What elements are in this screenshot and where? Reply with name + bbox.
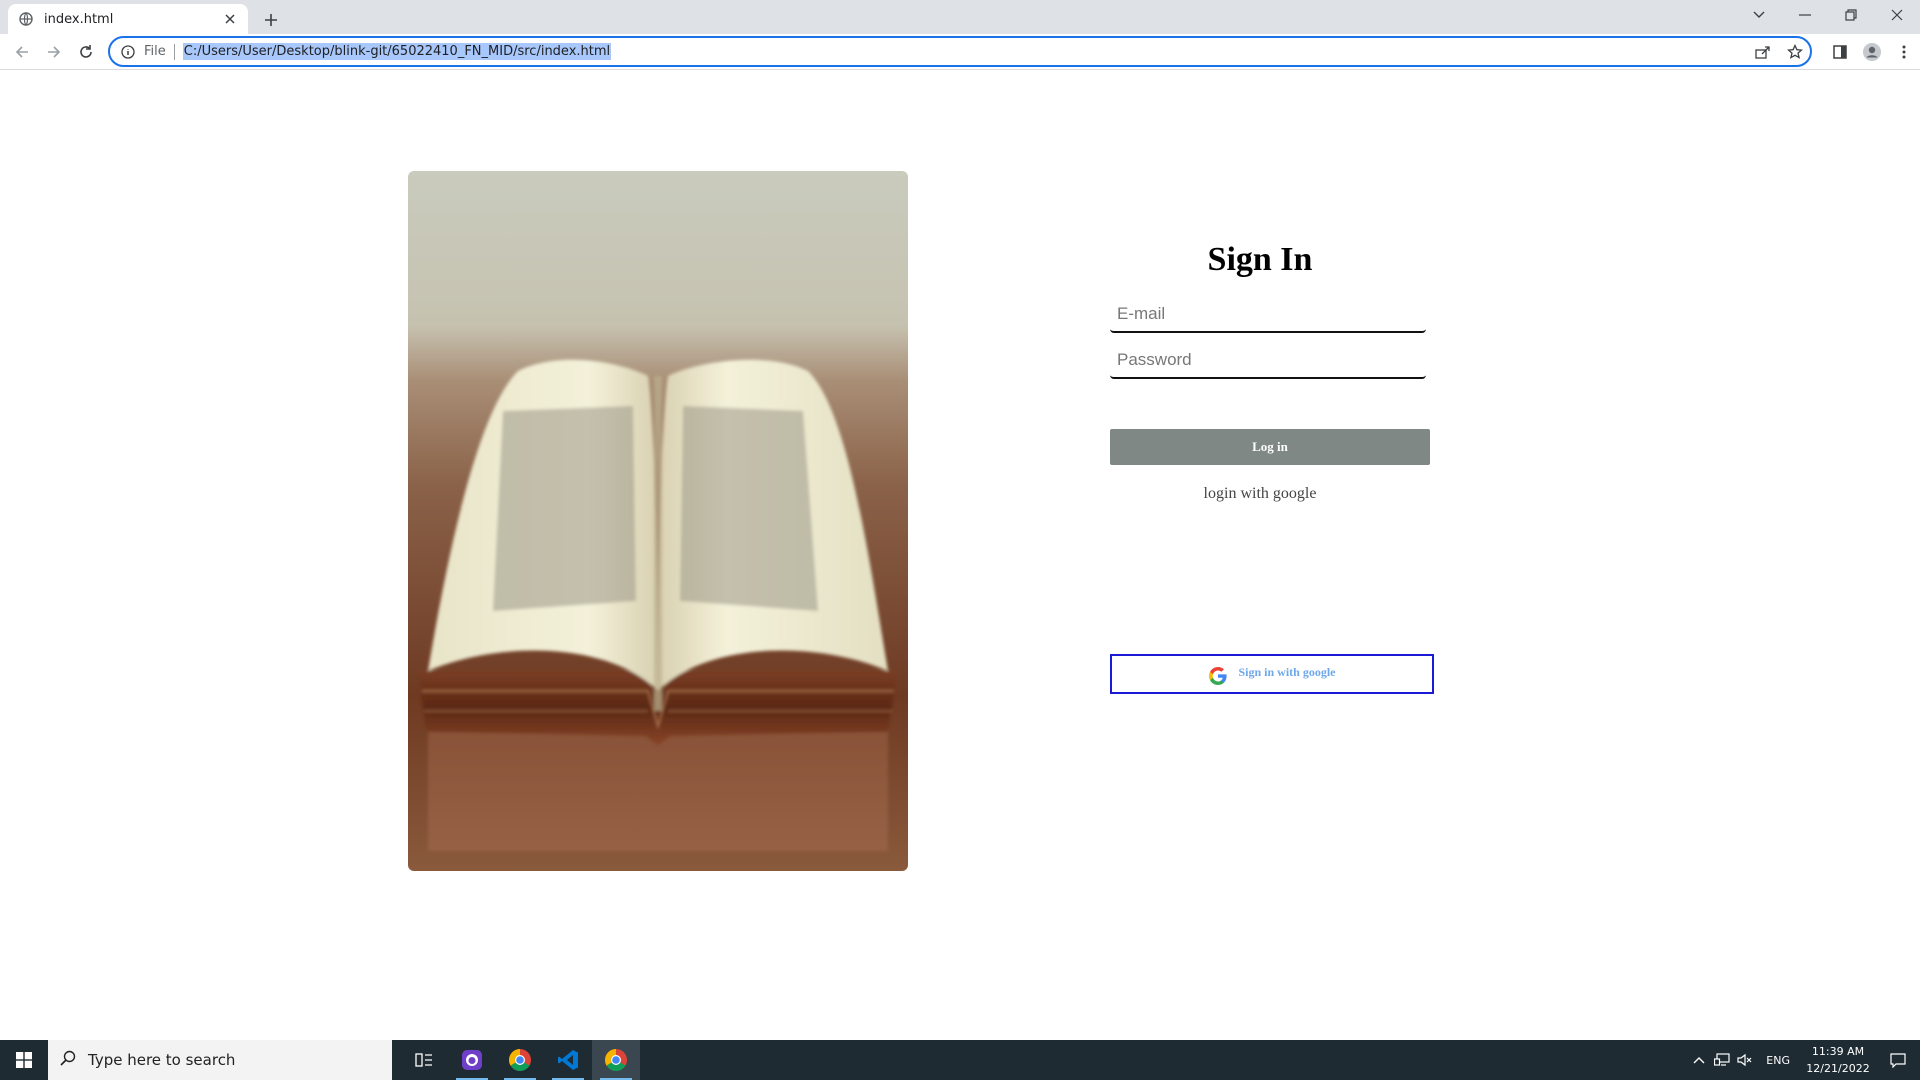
- open-book-image: [408, 171, 908, 871]
- google-signin-button[interactable]: Sign in with google: [1110, 654, 1434, 694]
- email-field[interactable]: [1110, 297, 1426, 333]
- start-windows-icon[interactable]: [0, 1040, 48, 1080]
- tab-search-icon[interactable]: [1736, 0, 1782, 30]
- signin-form: Sign In Log in login with google Sign in…: [1110, 241, 1434, 694]
- chrome-active-icon[interactable]: [592, 1040, 640, 1080]
- tab-index-html[interactable]: index.html: [8, 4, 248, 34]
- notification-center-icon[interactable]: [1876, 1040, 1920, 1080]
- share-icon[interactable]: [1754, 43, 1772, 61]
- taskbar-search-placeholder: Type here to search: [88, 1051, 236, 1069]
- windows-taskbar: Type here to search ENG 11:39 AM 12/21/2…: [0, 1040, 1920, 1080]
- volume-muted-icon[interactable]: [1734, 1053, 1756, 1067]
- window-controls: [1736, 0, 1920, 30]
- tab-strip: index.html: [0, 0, 1920, 34]
- reload-icon[interactable]: [72, 38, 100, 66]
- clock-time: 11:39 AM: [1811, 1045, 1865, 1058]
- profile-avatar-icon[interactable]: [1856, 38, 1888, 66]
- page-viewport: Sign In Log in login with google Sign in…: [0, 71, 1920, 1040]
- site-info-icon[interactable]: [120, 44, 136, 60]
- clock-date: 12/21/2022: [1806, 1062, 1870, 1075]
- back-icon[interactable]: [8, 38, 36, 66]
- new-tab-button[interactable]: [258, 7, 284, 33]
- page-title: Sign In: [1207, 241, 1313, 278]
- side-panel-icon[interactable]: [1824, 38, 1856, 66]
- taskbar-search-input[interactable]: Type here to search: [48, 1040, 392, 1080]
- restore-icon[interactable]: [1828, 0, 1874, 30]
- clock[interactable]: 11:39 AM 12/21/2022: [1800, 1043, 1876, 1077]
- password-field[interactable]: [1110, 343, 1426, 379]
- vscode-icon[interactable]: [544, 1040, 592, 1080]
- address-bar[interactable]: File C:/Users/User/Desktop/blink-git/650…: [108, 36, 1812, 67]
- task-view-icon[interactable]: [400, 1040, 448, 1080]
- globe-icon: [18, 11, 34, 27]
- search-icon: [60, 1050, 76, 1071]
- menu-kebab-icon[interactable]: [1888, 38, 1920, 66]
- chrome-icon[interactable]: [496, 1040, 544, 1080]
- close-tab-icon[interactable]: [222, 11, 238, 27]
- system-tray: ENG 11:39 AM 12/21/2022: [1688, 1040, 1920, 1080]
- google-icon: [1208, 666, 1228, 686]
- tab-title: index.html: [44, 11, 114, 27]
- forward-icon[interactable]: [40, 38, 68, 66]
- minimize-icon[interactable]: [1782, 0, 1828, 30]
- url-text[interactable]: C:/Users/User/Desktop/blink-git/65022410…: [182, 43, 612, 60]
- google-signin-label: Sign in with google: [1238, 664, 1336, 679]
- bookmark-star-icon[interactable]: [1786, 43, 1804, 61]
- chevron-up-icon[interactable]: [1688, 1056, 1710, 1064]
- browser-toolbar: File C:/Users/User/Desktop/blink-git/650…: [0, 34, 1920, 70]
- github-desktop-icon[interactable]: [448, 1040, 496, 1080]
- file-scheme-label: File: [144, 44, 166, 59]
- language-indicator[interactable]: ENG: [1766, 1054, 1790, 1067]
- login-button[interactable]: Log in: [1110, 429, 1430, 465]
- google-login-label: login with google: [1203, 485, 1317, 502]
- network-icon[interactable]: [1710, 1053, 1734, 1067]
- close-window-icon[interactable]: [1874, 0, 1920, 30]
- omnibox-divider: [173, 43, 175, 60]
